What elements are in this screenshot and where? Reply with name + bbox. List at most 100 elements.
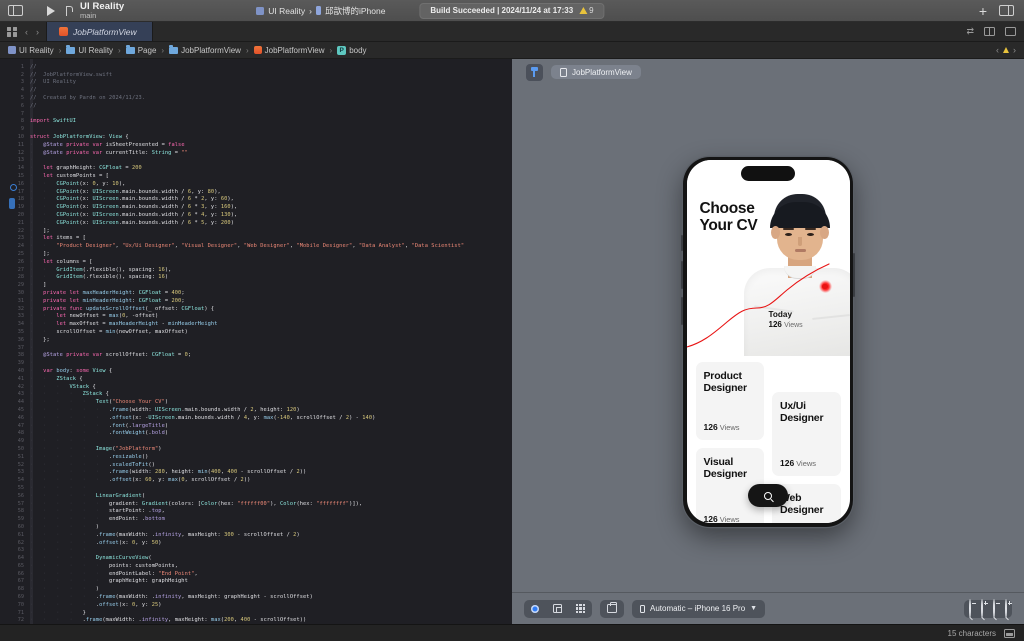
zoom-out-icon[interactable]	[964, 598, 976, 618]
device-settings-icon[interactable]	[600, 599, 624, 618]
code-line[interactable]: 14 · let graphHeight: CGFloat = 200	[0, 164, 512, 172]
code-line[interactable]: 2 // JobPlatformView.swift	[0, 71, 512, 79]
code-line[interactable]: 4 //	[0, 86, 512, 94]
split-editor-icon[interactable]	[984, 27, 995, 36]
code-line[interactable]: 47 · · · · · · .font(.largeTitle)	[0, 422, 512, 430]
code-line[interactable]: 57 · · · · · · gradient: Gradient(colors:…	[0, 500, 512, 508]
code-line[interactable]: 58 · · · · · · startPoint: .top,	[0, 507, 512, 515]
code-line[interactable]: 53 · · · · · · .frame(width: 280, height:…	[0, 468, 512, 476]
code-line[interactable]: 51 · · · · · · .resizable()	[0, 453, 512, 461]
zoom-to-fit-icon[interactable]	[976, 598, 988, 618]
code-line[interactable]: 44 · · · · · Text("Choose Your CV")	[0, 398, 512, 406]
code-line[interactable]: 10 struct JobPlatformView: View {	[0, 133, 512, 141]
breadcrumb-item-2[interactable]: Page	[125, 44, 156, 55]
breadcrumb-item-4[interactable]: JobPlatformView	[253, 46, 325, 55]
code-line[interactable]: 55 · · · · ·	[0, 484, 512, 492]
code-line[interactable]: 21 · · CGPoint(x: UIScreen.main.bounds.wi…	[0, 219, 512, 227]
selectable-preview-icon[interactable]	[546, 600, 569, 618]
live-preview-icon[interactable]	[524, 600, 546, 618]
code-line[interactable]: 48 · · · · · · .fontWeight(.bold)	[0, 429, 512, 437]
code-line[interactable]: 29 · ]	[0, 281, 512, 289]
code-line[interactable]: 68 · · · · · )	[0, 585, 512, 593]
code-line[interactable]: 30 · private let maxHeaderHeight: CGFloat…	[0, 289, 512, 297]
destination-selector[interactable]: UI Reality › 邱歆博的iPhone	[256, 5, 385, 17]
warning-badge[interactable]: 9	[579, 6, 594, 15]
tab-jobplatformview[interactable]: JobPlatformView	[47, 22, 153, 41]
code-line[interactable]: 17 · · CGPoint(x: UIScreen.main.bounds.wi…	[0, 188, 512, 196]
code-line[interactable]: 33 · · let newOffset = max(0, -offset)	[0, 313, 512, 321]
code-line[interactable]: 41 · · ZStack {	[0, 375, 512, 383]
build-status-bar[interactable]: Build Succeeded | 2024/11/24 at 17:33 9	[419, 2, 605, 19]
pin-icon[interactable]	[526, 63, 543, 81]
code-line[interactable]: 70 · · · · · .offset(x: 0, y: 25)	[0, 601, 512, 609]
source-editor[interactable]: 1 // 2 // JobPlatformView.swift 3 // UI Reali…	[0, 59, 512, 624]
zoom-controls[interactable]	[964, 598, 1012, 618]
code-line[interactable]: 56 · · · · · LinearGradient(	[0, 492, 512, 500]
code-line[interactable]: 3 // UI Reality	[0, 79, 512, 87]
code-line[interactable]: 67 · · · · · · graphHeight: graphHeight	[0, 578, 512, 586]
breadcrumb-item-3[interactable]: JobPlatformView	[169, 44, 241, 55]
device-screen[interactable]: Choose Your CV Today 126 Views Product D…	[686, 160, 850, 523]
breadcrumb-item-1[interactable]: UI Reality	[66, 44, 113, 55]
job-card[interactable]: Ux/Ui Designer 126 Views	[772, 392, 841, 476]
code-line[interactable]: 20 · · CGPoint(x: UIScreen.main.bounds.wi…	[0, 211, 512, 219]
code-line[interactable]: 49 · · · · ·	[0, 437, 512, 445]
code-line[interactable]: 40 · var body: some View {	[0, 367, 512, 375]
code-line[interactable]: 12 · @State private var currentTitle: Str…	[0, 149, 512, 157]
code-line[interactable]: 26 · let columns = [	[0, 258, 512, 266]
code-line[interactable]: 64 · · · · · DynamicCurveView(	[0, 554, 512, 562]
code-line[interactable]: 11 · @State private var isSheetPresented …	[0, 141, 512, 149]
preview-name-chip[interactable]: JobPlatformView	[551, 65, 641, 79]
console-toggle-icon[interactable]	[1004, 628, 1015, 638]
code-line[interactable]: 6 //	[0, 102, 512, 110]
code-line[interactable]: 34 · · let maxOffset = maxHeaderHeight - …	[0, 320, 512, 328]
code-line[interactable]: 45 · · · · · · .frame(width: UIScreen.mai…	[0, 406, 512, 414]
zoom-100-icon[interactable]	[988, 598, 1000, 618]
grid-icon[interactable]	[7, 26, 17, 37]
code-line[interactable]: 35 · · scrollOffset = min(newOffset, maxO…	[0, 328, 512, 336]
code-line[interactable]: 8 import SwiftUI	[0, 118, 512, 126]
code-line[interactable]: 18 · · CGPoint(x: UIScreen.main.bounds.wi…	[0, 196, 512, 204]
zoom-in-icon[interactable]	[1000, 598, 1012, 618]
code-line[interactable]: 39 ·	[0, 359, 512, 367]
code-line[interactable]: 23 · let items = [	[0, 235, 512, 243]
job-card[interactable]: Product Designer 126 Views	[695, 362, 764, 440]
code-line[interactable]: 37 ·	[0, 344, 512, 352]
code-line[interactable]: 59 · · · · · · endPoint: .bottom	[0, 515, 512, 523]
breadcrumb-item-0[interactable]: UI Reality	[8, 46, 54, 55]
code-line[interactable]: 19 · · CGPoint(x: UIScreen.main.bounds.wi…	[0, 203, 512, 211]
code-line[interactable]: 24 · · "Product Designer", "Ux/Ui Designe…	[0, 242, 512, 250]
plus-icon[interactable]: +	[979, 4, 987, 18]
code-line[interactable]: 46 · · · · · · .offset(x: -UIScreen.main.…	[0, 414, 512, 422]
code-line[interactable]: 32 · private func updateScrollOffset(_ of…	[0, 305, 512, 313]
code-line[interactable]: 66 · · · · · · endPointLabel: "End Point"…	[0, 570, 512, 578]
chevron-right-icon[interactable]: ›	[1013, 45, 1016, 55]
code-line[interactable]: 5 // Created by Pardn on 2024/11/23.	[0, 94, 512, 102]
chevron-left-icon[interactable]: ‹	[25, 27, 28, 37]
play-icon[interactable]	[47, 5, 55, 16]
code-line[interactable]: 16 · · CGPoint(x: 0, y: 10),	[0, 180, 512, 188]
code-line[interactable]: 15 · let customPoints = [	[0, 172, 512, 180]
code-line[interactable]: 1 //	[0, 63, 512, 71]
code-line[interactable]: 28 · · GridItem(.flexible(), spacing: 16)	[0, 274, 512, 282]
device-selector[interactable]: Automatic – iPhone 16 Pro ▼	[632, 599, 766, 618]
code-line[interactable]: 25 · ];	[0, 250, 512, 258]
chevron-left-icon[interactable]: ‹	[996, 45, 999, 55]
code-line[interactable]: 27 · · GridItem(.flexible(), spacing: 16)…	[0, 266, 512, 274]
canvas-stage[interactable]: Choose Your CV Today 126 Views Product D…	[512, 85, 1024, 592]
code-line[interactable]: 61 · · · · · .frame(maxWidth: .infinity, …	[0, 531, 512, 539]
code-line[interactable]: 50 · · · · · Image("JobPlatform")	[0, 445, 512, 453]
variants-preview-icon[interactable]	[569, 600, 592, 618]
sidebar-left-icon[interactable]	[8, 5, 23, 16]
code-line[interactable]: 60 · · · · · )	[0, 523, 512, 531]
code-line[interactable]: 38 · @State private var scrollOffset: CGF…	[0, 351, 512, 359]
code-line[interactable]: 69 · · · · · .frame(maxWidth: .infinity, …	[0, 593, 512, 601]
layout-editor-icon[interactable]	[1005, 27, 1016, 36]
preview-mode-segment[interactable]	[524, 599, 592, 618]
code-line[interactable]: 31 · private let minHeaderHeight: CGFloat…	[0, 297, 512, 305]
warning-triangle-icon[interactable]	[1003, 47, 1009, 53]
code-line[interactable]: 62 · · · · · .offset(x: 0, y: 50)	[0, 539, 512, 547]
code-line[interactable]: 36 · };	[0, 336, 512, 344]
code-line[interactable]: 42 · · · VStack {	[0, 383, 512, 391]
code-line[interactable]: 65 · · · · · · points: customPoints,	[0, 562, 512, 570]
